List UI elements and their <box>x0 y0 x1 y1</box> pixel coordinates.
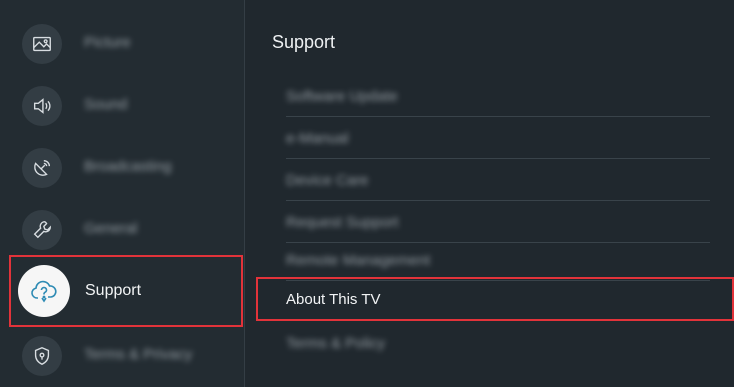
support-cloud-icon <box>18 265 70 317</box>
sidebar-item-picture[interactable]: Picture <box>0 14 244 74</box>
shield-icon <box>22 336 62 376</box>
panel-divider <box>244 0 245 387</box>
menu-item-label: About This TV <box>286 291 381 308</box>
menu-item-software-update[interactable]: Software Update <box>258 75 732 117</box>
panel-title: Support <box>272 32 336 52</box>
sidebar-item-sound[interactable]: Sound <box>0 76 244 136</box>
sidebar-item-support[interactable]: Support <box>9 255 243 327</box>
sidebar-item-label: General <box>84 220 138 237</box>
sound-icon <box>22 86 62 126</box>
menu-item-request-support[interactable]: Request Support <box>258 201 732 243</box>
menu-item-e-manual[interactable]: e-Manual <box>258 117 732 159</box>
menu-item-about-this-tv[interactable]: About This TV <box>256 277 734 321</box>
sidebar-item-broadcasting[interactable]: Broadcasting <box>0 138 244 198</box>
sidebar-item-general[interactable]: General <box>0 200 244 260</box>
menu-item-device-care[interactable]: Device Care <box>258 159 732 201</box>
tv-settings-screen: Picture Sound Broadcasting General Suppo… <box>0 0 734 387</box>
sidebar-item-label: Sound <box>84 96 128 113</box>
sidebar-item-label: Support <box>85 282 142 299</box>
menu-item-remote-management[interactable]: Remote Management <box>258 239 732 281</box>
sidebar-item-label: Picture <box>84 34 131 51</box>
sidebar-item-label: Broadcasting <box>84 158 172 175</box>
menu-item-label: Software Update <box>286 88 398 105</box>
sidebar-item-label: Terms & Privacy <box>84 346 193 363</box>
wrench-icon <box>22 210 62 250</box>
broadcasting-icon <box>22 148 62 188</box>
menu-item-label: e-Manual <box>286 130 349 147</box>
menu-item-label: Request Support <box>286 214 399 231</box>
menu-item-label: Device Care <box>286 172 369 189</box>
menu-item-terms-policy[interactable]: Terms & Policy <box>258 322 732 364</box>
sidebar-item-terms-privacy[interactable]: Terms & Privacy <box>0 326 244 386</box>
settings-sidebar: Picture Sound Broadcasting General Suppo… <box>0 0 244 387</box>
menu-item-label: Remote Management <box>286 252 431 269</box>
picture-icon <box>22 24 62 64</box>
menu-item-label: Terms & Policy <box>286 335 386 352</box>
